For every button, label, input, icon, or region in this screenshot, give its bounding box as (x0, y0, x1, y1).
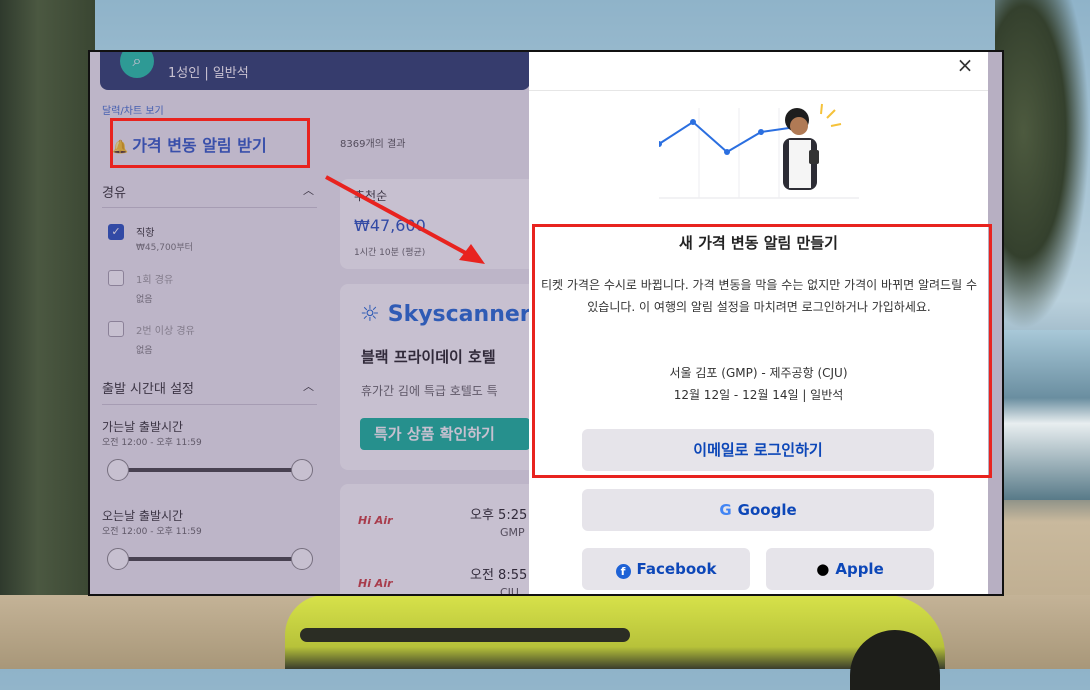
results-page: ⌕ 1성인 | 일반석 달력/차트 보기 🔔 가격 변동 알림 받기 8369개의… (90, 52, 1002, 594)
background-palm-right (995, 0, 1090, 330)
background-palm-left (0, 0, 95, 669)
apple-login-button[interactable]: ● Apple (766, 548, 934, 590)
annotation-highlight-modal (532, 224, 992, 478)
background-sea (995, 330, 1090, 500)
price-alert-modal: × 새 가격 변동 알림 만들기 티켓 가격은 수시로 바뀝니다. 가격 변동을… (529, 52, 992, 594)
google-icon: G (719, 501, 732, 519)
google-login-label: Google (737, 501, 797, 519)
google-login-button[interactable]: G Google (582, 489, 934, 531)
facebook-login-label: Facebook (636, 560, 717, 578)
car-grille (300, 628, 630, 642)
apple-login-label: Apple (835, 560, 884, 578)
screenshot-frame: ⌕ 1성인 | 일반석 달력/차트 보기 🔔 가격 변동 알림 받기 8369개의… (88, 50, 1004, 596)
close-icon[interactable]: × (953, 53, 977, 77)
apple-icon: ● (816, 560, 830, 578)
divider (529, 90, 988, 91)
facebook-icon: f (615, 564, 631, 579)
price-chart-person-illustration (659, 103, 859, 199)
annotation-arrow (325, 175, 485, 264)
facebook-login-button[interactable]: f Facebook (582, 548, 750, 590)
annotation-highlight-alert (110, 118, 310, 168)
